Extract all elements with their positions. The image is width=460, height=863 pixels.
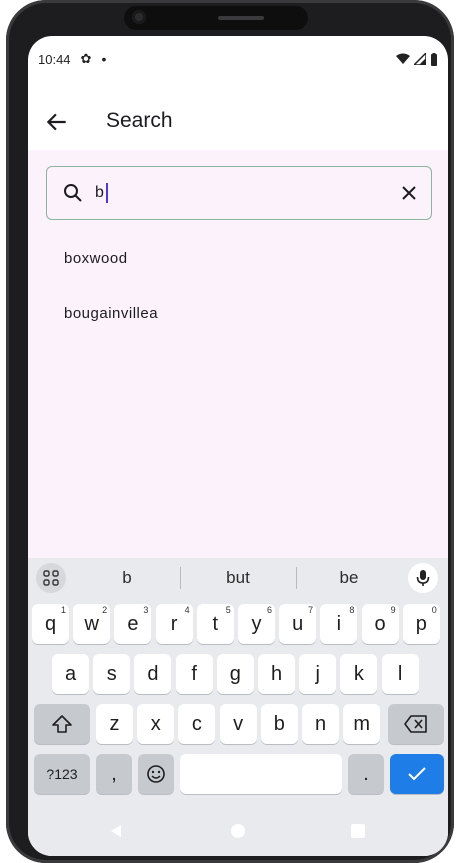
suggestion-2[interactable]: but: [203, 568, 273, 588]
text-caret: [105, 182, 108, 203]
symbols-key[interactable]: ?123: [34, 754, 90, 794]
key-o[interactable]: o9: [361, 604, 399, 644]
suggestion-3[interactable]: be: [314, 568, 384, 588]
key-l[interactable]: l: [381, 654, 419, 694]
key-d[interactable]: d: [134, 654, 172, 694]
key-f[interactable]: f: [175, 654, 213, 694]
shift-icon: [52, 715, 72, 733]
key-label: e: [127, 612, 139, 635]
key-k[interactable]: k: [340, 654, 378, 694]
suggestion-1[interactable]: b: [92, 568, 162, 588]
suggestion-strip: b but be: [28, 558, 448, 598]
key-hint: 9: [390, 605, 396, 615]
key-label: w: [84, 612, 99, 635]
app-bar: Search: [28, 94, 448, 152]
search-icon: [64, 184, 82, 202]
key-label: i: [336, 612, 342, 635]
keyboard-apps-icon[interactable]: [36, 563, 66, 593]
screen: 10:44 ✿ • Search b boxwood bougainvillea…: [28, 36, 448, 856]
backspace-icon: [404, 715, 427, 733]
backspace-key[interactable]: [388, 704, 444, 744]
key-z[interactable]: z: [96, 704, 133, 744]
checkmark-icon: [408, 767, 426, 781]
nav-home-icon[interactable]: [230, 823, 246, 839]
key-label: p: [415, 612, 427, 635]
key-h[interactable]: h: [258, 654, 295, 694]
notification-dot-icon: •: [101, 51, 107, 67]
search-field[interactable]: b: [46, 166, 432, 220]
emoji-key[interactable]: [138, 754, 174, 794]
search-input-text: b: [95, 184, 104, 201]
key-label: t: [212, 612, 219, 635]
key-s[interactable]: s: [93, 654, 131, 694]
key-label: r: [170, 612, 178, 635]
key-hint: 1: [60, 605, 66, 615]
space-key[interactable]: [180, 754, 342, 794]
key-v[interactable]: v: [219, 704, 257, 744]
key-label: q: [44, 612, 57, 635]
key-e[interactable]: e3: [114, 604, 152, 644]
key-t[interactable]: t5: [196, 604, 234, 644]
key-m[interactable]: m: [343, 704, 381, 744]
page-title: Search: [106, 109, 173, 132]
key-p[interactable]: p0: [402, 604, 440, 644]
microphone-icon[interactable]: [408, 563, 438, 593]
close-icon[interactable]: [397, 181, 421, 205]
key-r[interactable]: r4: [155, 604, 193, 644]
period-key[interactable]: .: [348, 754, 384, 794]
key-hint: 3: [143, 605, 149, 615]
mic-glyph-icon: [416, 570, 430, 586]
key-q[interactable]: q1: [32, 604, 69, 644]
status-icons: [396, 52, 438, 66]
nav-recents-icon[interactable]: [350, 823, 366, 839]
signal-icon: [414, 53, 426, 65]
search-input[interactable]: b: [95, 181, 375, 205]
key-j[interactable]: j: [299, 654, 337, 694]
key-hint: 5: [225, 605, 231, 615]
key-label: o: [374, 612, 386, 635]
back-arrow-icon[interactable]: [44, 109, 70, 135]
key-hint: 2: [102, 605, 108, 615]
enter-key[interactable]: [390, 754, 444, 794]
key-y[interactable]: y6: [238, 604, 275, 644]
key-label: u: [292, 612, 304, 635]
suggestion-divider: [296, 567, 297, 589]
speaker-grille: [218, 16, 264, 20]
suggestion-divider: [180, 567, 181, 589]
key-hint: 0: [431, 605, 437, 615]
system-nav-bar: [28, 808, 448, 856]
status-bar: 10:44 ✿ •: [28, 36, 448, 82]
search-content: b boxwood bougainvillea: [28, 150, 448, 558]
grid-icon: [43, 570, 59, 586]
key-x[interactable]: x: [137, 704, 175, 744]
key-g[interactable]: g: [216, 654, 254, 694]
battery-icon: [431, 52, 437, 66]
key-n[interactable]: n: [302, 704, 339, 744]
key-hint: 8: [349, 605, 355, 615]
device-frame: 10:44 ✿ • Search b boxwood bougainvillea…: [6, 0, 454, 863]
list-item[interactable]: bougainvillea: [64, 305, 158, 322]
list-item[interactable]: boxwood: [64, 250, 128, 267]
status-time: 10:44: [38, 51, 71, 67]
smiley-icon: [147, 765, 165, 783]
camera-icon: [132, 10, 146, 24]
key-u[interactable]: u7: [279, 604, 317, 644]
key-hint: 4: [184, 605, 190, 615]
nav-back-icon[interactable]: [108, 823, 124, 839]
key-i[interactable]: i8: [320, 604, 358, 644]
key-label: y: [251, 612, 262, 635]
wifi-icon: [396, 53, 410, 64]
settings-gear-icon: ✿: [80, 51, 92, 66]
key-w[interactable]: w2: [73, 604, 111, 644]
key-a[interactable]: a: [52, 654, 89, 694]
key-b[interactable]: b: [260, 704, 298, 744]
key-hint: 6: [266, 605, 272, 615]
key-c[interactable]: c: [178, 704, 216, 744]
comma-key[interactable]: ,: [96, 754, 132, 794]
device-notch: [124, 6, 308, 30]
soft-keyboard: b but be q1w2e3r4t5y6u7i8o9p0 asdfghjkl: [28, 558, 448, 856]
key-hint: 7: [308, 605, 314, 615]
shift-key[interactable]: [34, 704, 90, 744]
